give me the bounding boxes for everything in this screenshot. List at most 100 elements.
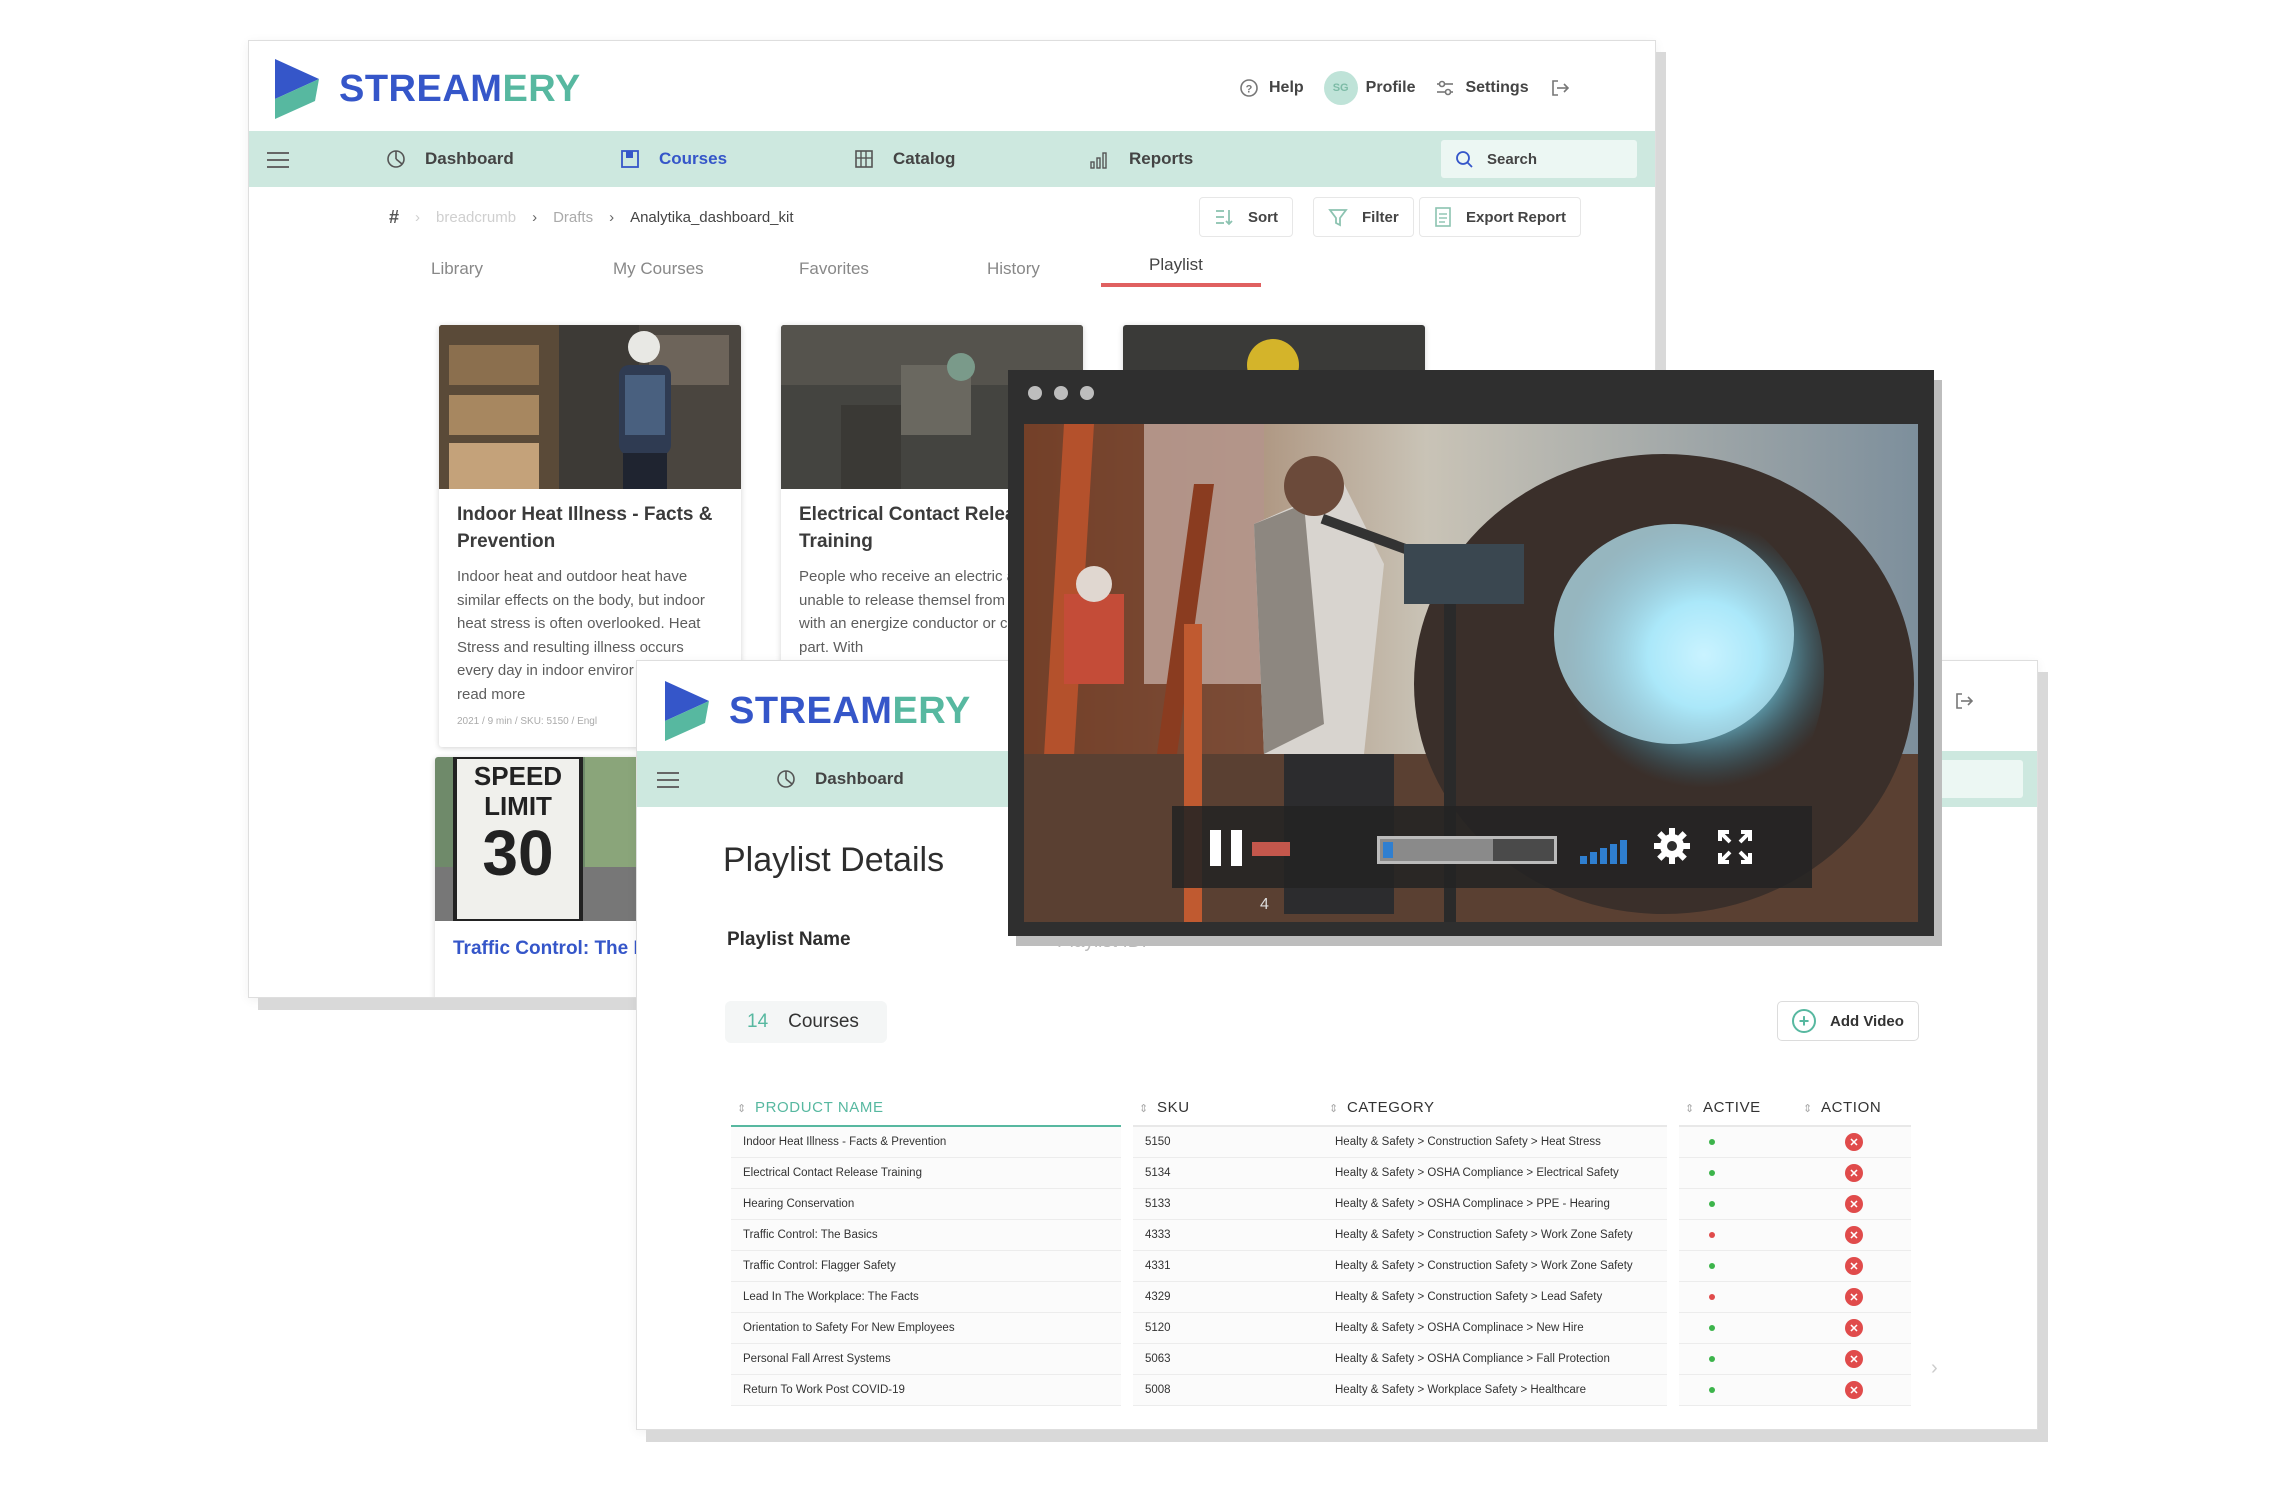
sort-button[interactable]: Sort: [1199, 197, 1293, 237]
bar-chart-icon: [1089, 148, 1111, 170]
table-row[interactable]: Indoor Heat Illness - Facts & Prevention…: [731, 1127, 1911, 1158]
cell-active: [1679, 1375, 1797, 1406]
table-row[interactable]: Traffic Control: Flagger Safety 4331 Healt…: [731, 1251, 1911, 1282]
cell-category: Healty & Safety > Construction Safety > …: [1323, 1220, 1667, 1251]
active-status-dot: [1709, 1201, 1715, 1207]
course-title[interactable]: Indoor Heat Illness - Facts & Prevention: [439, 501, 741, 555]
active-status-dot: [1709, 1263, 1715, 1269]
cell-sku: 4329: [1133, 1282, 1323, 1313]
window-dot-icon[interactable]: [1028, 386, 1042, 400]
cell-category: Healty & Safety > OSHA Complinace > New …: [1323, 1313, 1667, 1344]
document-icon: [1434, 207, 1452, 227]
remove-icon[interactable]: ✕: [1845, 1288, 1863, 1306]
chevron-right-icon[interactable]: ›: [1931, 1357, 1938, 1380]
cell-product-name: Lead In The Workplace: The Facts: [731, 1282, 1121, 1313]
progress-bar[interactable]: [1377, 836, 1557, 864]
column-header-action[interactable]: ⇕ ACTION: [1797, 1089, 1911, 1127]
sort-icon: [1214, 207, 1234, 227]
tab-favorites[interactable]: Favorites: [799, 259, 869, 279]
remove-icon[interactable]: ✕: [1845, 1226, 1863, 1244]
add-video-button[interactable]: + Add Video: [1777, 1001, 1919, 1041]
help-link[interactable]: ? Help: [1239, 78, 1304, 98]
brand-name: STREAMERY: [729, 689, 971, 732]
table-row[interactable]: Hearing Conservation 5133 Healty & Safety …: [731, 1189, 1911, 1220]
breadcrumb-item[interactable]: breadcrumb: [436, 209, 516, 226]
brand-logo[interactable]: STREAMERY: [271, 57, 581, 121]
table-row[interactable]: Orientation to Safety For New Employees 5…: [731, 1313, 1911, 1344]
volume-icon[interactable]: [1580, 832, 1630, 864]
breadcrumb-hash[interactable]: #: [389, 207, 399, 228]
hamburger-menu-icon[interactable]: [267, 147, 289, 173]
brand-logo[interactable]: STREAMERY: [661, 679, 971, 743]
sort-arrows-icon: ⇕: [1329, 1102, 1339, 1115]
tab-history[interactable]: History: [987, 259, 1040, 279]
remove-icon[interactable]: ✕: [1845, 1319, 1863, 1337]
nav-reports[interactable]: Reports: [1089, 148, 1193, 170]
cell-product-name: Traffic Control: Flagger Safety: [731, 1251, 1121, 1282]
cell-category: Healty & Safety > OSHA Compliance > Elec…: [1323, 1158, 1667, 1189]
breadcrumb-drafts[interactable]: Drafts: [553, 209, 593, 226]
nav-catalog[interactable]: Catalog: [853, 148, 955, 170]
cell-gap: [1667, 1375, 1679, 1406]
tab-my-courses[interactable]: My Courses: [613, 259, 704, 279]
read-more-link[interactable]: read more: [457, 686, 525, 703]
logout-icon: [1549, 78, 1569, 98]
profile-link[interactable]: SG Profile: [1323, 71, 1415, 105]
column-header-sku[interactable]: ⇕ SKU: [1133, 1089, 1323, 1127]
settings-label: Settings: [1465, 79, 1529, 96]
cell-gap: [1121, 1220, 1133, 1251]
window-dot-icon[interactable]: [1080, 386, 1094, 400]
table-header-row: ⇕ PRODUCT NAME ⇕ SKU ⇕ CATEGORY ⇕ ACTIVE ⇕ AC…: [731, 1089, 1911, 1127]
cell-gap: [1667, 1189, 1679, 1220]
remove-icon[interactable]: ✕: [1845, 1133, 1863, 1151]
cell-sku: 4333: [1133, 1220, 1323, 1251]
pause-button[interactable]: [1210, 830, 1246, 866]
cell-gap: [1121, 1251, 1133, 1282]
settings-link[interactable]: Settings: [1435, 78, 1529, 98]
cell-category: Healty & Safety > Construction Safety > …: [1323, 1127, 1667, 1158]
nav-dashboard[interactable]: Dashboard: [775, 768, 904, 790]
cell-gap: [1121, 1127, 1133, 1158]
logout-button[interactable]: [1549, 78, 1579, 98]
cell-sku: 5133: [1133, 1189, 1323, 1220]
video-frame[interactable]: 4: [1024, 424, 1918, 922]
column-header-active[interactable]: ⇕ ACTIVE: [1679, 1089, 1797, 1127]
filter-button[interactable]: Filter: [1313, 197, 1414, 237]
remove-icon[interactable]: ✕: [1845, 1350, 1863, 1368]
hamburger-menu-icon[interactable]: [657, 767, 679, 793]
logo-icon: [665, 681, 709, 741]
column-header-product-name[interactable]: ⇕ PRODUCT NAME: [731, 1089, 1121, 1127]
add-video-label: Add Video: [1830, 1012, 1904, 1030]
playlist-table: ⇕ PRODUCT NAME ⇕ SKU ⇕ CATEGORY ⇕ ACTIVE ⇕ AC…: [731, 1089, 1911, 1406]
filter-icon: [1328, 207, 1348, 227]
search-input[interactable]: Search: [1441, 140, 1637, 178]
cell-product-name: Return To Work Post COVID-19: [731, 1375, 1121, 1406]
table-row[interactable]: Traffic Control: The Basics 4333 Healty & …: [731, 1220, 1911, 1251]
logout-button[interactable]: [1953, 691, 1975, 716]
nav-courses[interactable]: Courses: [619, 148, 727, 170]
window-dot-icon[interactable]: [1054, 386, 1068, 400]
column-header-category[interactable]: ⇕ CATEGORY: [1323, 1089, 1667, 1127]
nav-dashboard-label: Dashboard: [815, 769, 904, 788]
gear-icon[interactable]: [1652, 826, 1692, 871]
export-report-button[interactable]: Export Report: [1419, 197, 1582, 237]
tab-playlist[interactable]: Playlist: [1149, 255, 1203, 275]
nav-catalog-label: Catalog: [893, 149, 956, 168]
nav-dashboard[interactable]: Dashboard: [385, 148, 514, 170]
active-status-dot: [1709, 1387, 1715, 1393]
table-row[interactable]: Electrical Contact Release Training 5134 H…: [731, 1158, 1911, 1189]
table-row[interactable]: Personal Fall Arrest Systems 5063 Healty &…: [731, 1344, 1911, 1375]
table-row[interactable]: Lead In The Workplace: The Facts 4329 Heal…: [731, 1282, 1911, 1313]
remove-icon[interactable]: ✕: [1845, 1164, 1863, 1182]
progress-handle[interactable]: [1383, 842, 1393, 858]
fullscreen-icon[interactable]: [1718, 830, 1752, 869]
table-body: Indoor Heat Illness - Facts & Prevention…: [731, 1127, 1911, 1406]
cell-product-name: Hearing Conservation: [731, 1189, 1121, 1220]
cell-category: Healty & Safety > Construction Safety > …: [1323, 1282, 1667, 1313]
table-row[interactable]: Return To Work Post COVID-19 5008 Healty &…: [731, 1375, 1911, 1406]
remove-icon[interactable]: ✕: [1845, 1195, 1863, 1213]
cell-action: ✕: [1797, 1313, 1911, 1344]
remove-icon[interactable]: ✕: [1845, 1381, 1863, 1399]
remove-icon[interactable]: ✕: [1845, 1257, 1863, 1275]
tab-library[interactable]: Library: [431, 259, 483, 279]
